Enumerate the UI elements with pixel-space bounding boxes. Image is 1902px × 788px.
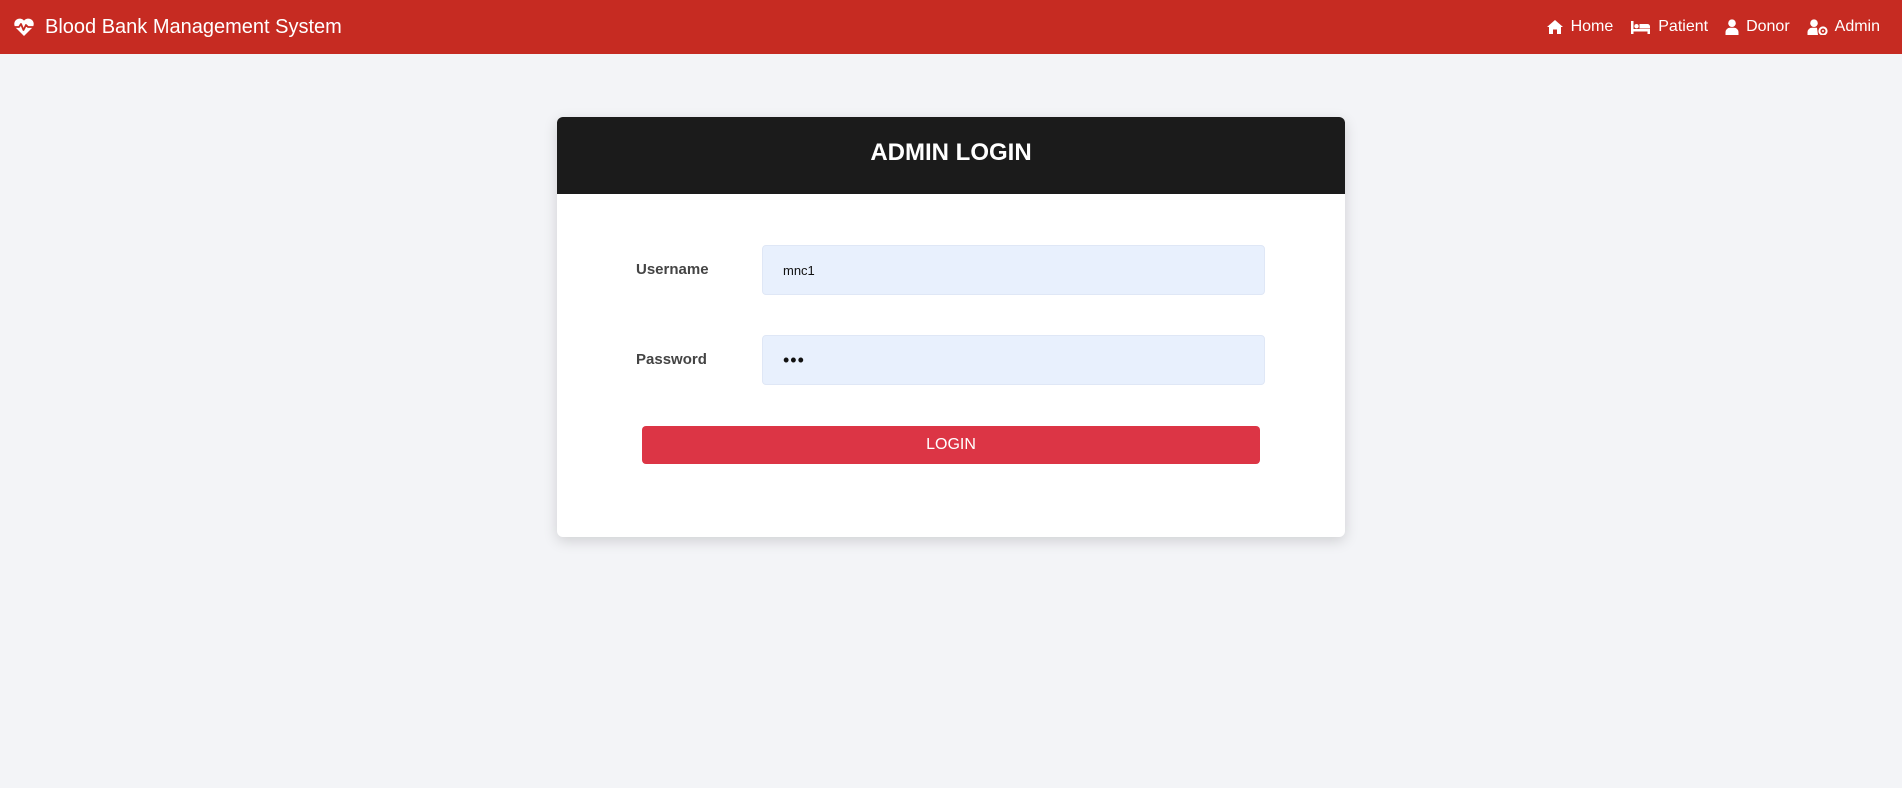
- hospital-bed-icon: [1630, 19, 1651, 35]
- home-icon: [1546, 19, 1564, 35]
- nav-patient[interactable]: Patient: [1630, 18, 1708, 36]
- password-input[interactable]: [762, 335, 1265, 385]
- card-header: ADMIN LOGIN: [557, 117, 1345, 194]
- password-label: Password: [636, 351, 707, 368]
- login-button[interactable]: LOGIN: [642, 426, 1260, 464]
- nav-donor-label: Donor: [1746, 18, 1790, 35]
- username-input[interactable]: [762, 245, 1265, 295]
- nav-donor[interactable]: Donor: [1725, 18, 1790, 36]
- nav-links: Home Patient Donor Admin: [1546, 18, 1880, 36]
- user-cog-icon: [1807, 19, 1828, 35]
- nav-patient-label: Patient: [1658, 18, 1709, 35]
- nav-home-label: Home: [1570, 18, 1614, 35]
- admin-login-card: ADMIN LOGIN Username Password LOGIN: [557, 117, 1345, 537]
- nav-home[interactable]: Home: [1546, 18, 1614, 36]
- username-row: Username: [557, 245, 1345, 295]
- brand[interactable]: Blood Bank Management System: [13, 16, 342, 39]
- nav-admin[interactable]: Admin: [1807, 18, 1880, 36]
- top-navbar: Blood Bank Management System Home Patien…: [0, 0, 1902, 54]
- password-row: Password: [557, 335, 1345, 385]
- nav-admin-label: Admin: [1834, 18, 1880, 35]
- heart-pulse-icon: [13, 17, 35, 37]
- user-icon: [1725, 19, 1739, 35]
- page-title: ADMIN LOGIN: [870, 138, 1032, 166]
- brand-title: Blood Bank Management System: [45, 15, 342, 38]
- username-label: Username: [636, 261, 709, 278]
